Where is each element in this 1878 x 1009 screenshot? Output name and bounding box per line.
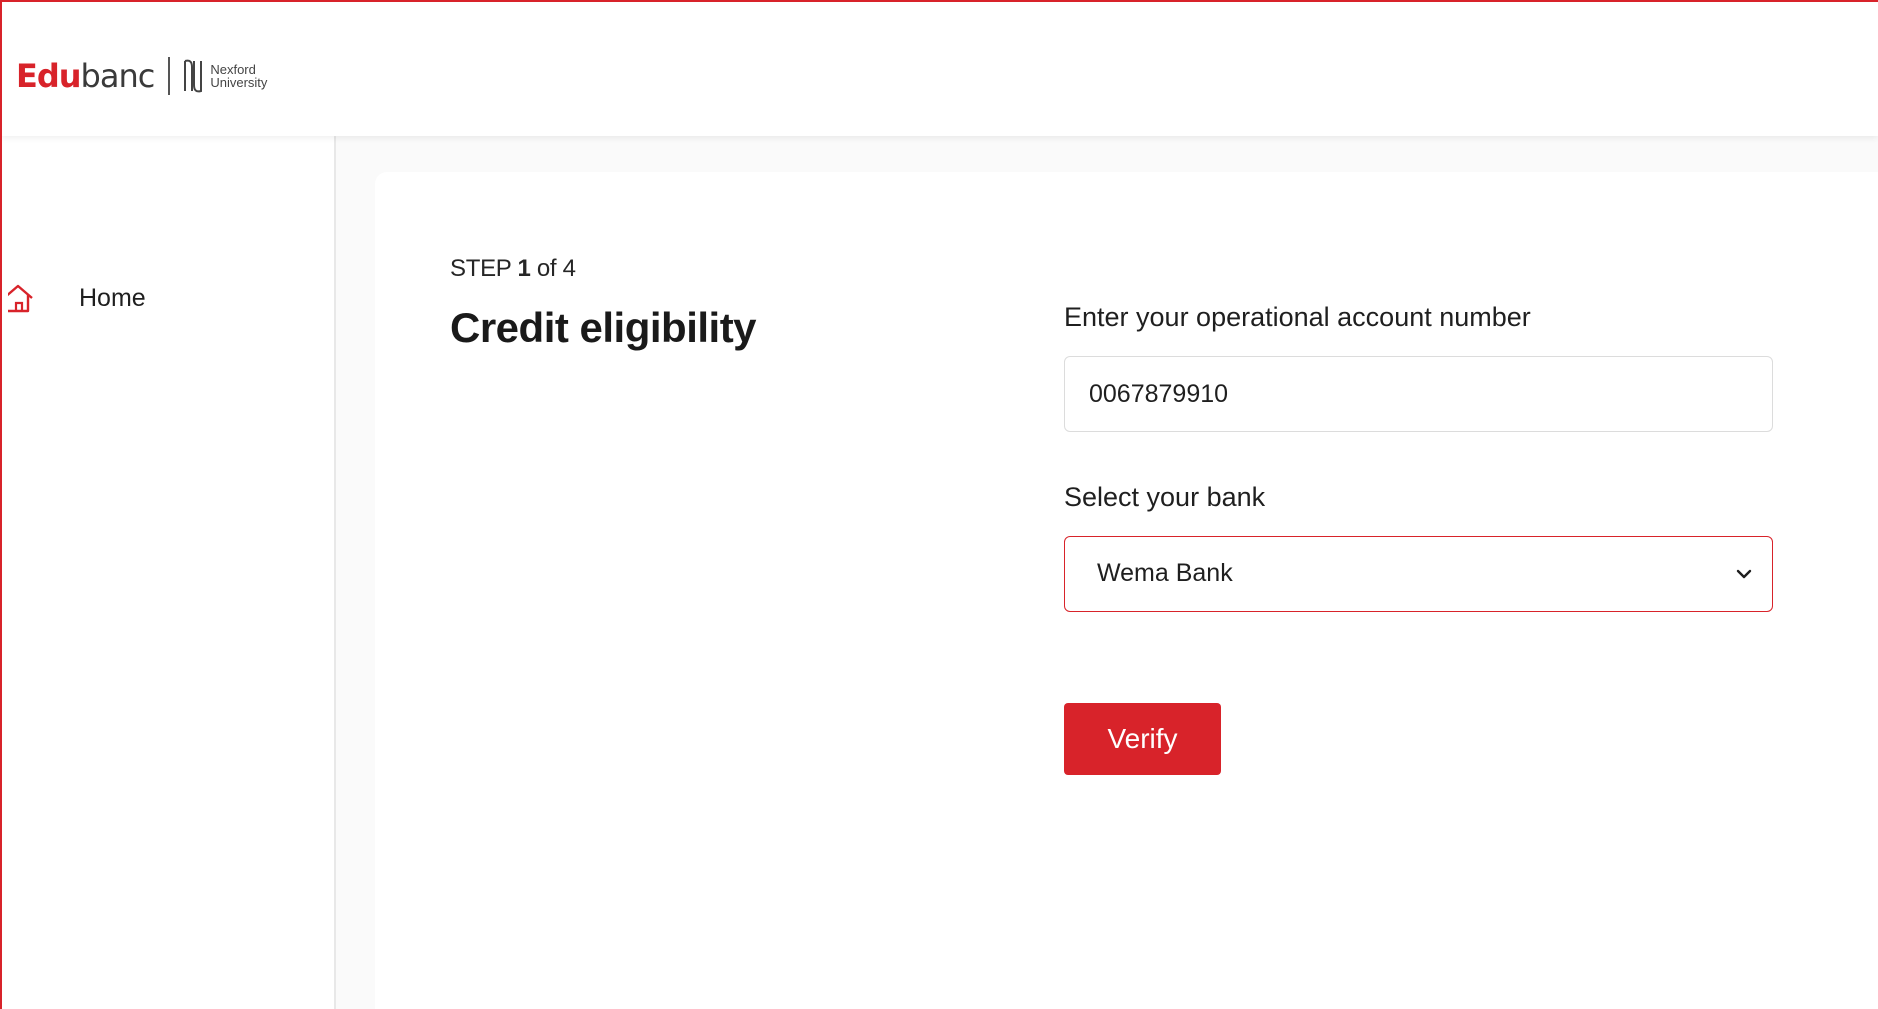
nexford-text: Nexford University (210, 63, 267, 89)
top-header: Edu banc Nexford University (2, 2, 1878, 136)
sidebar: Home (2, 136, 336, 1009)
verify-button[interactable]: Verify (1064, 703, 1221, 775)
nexford-logo: Nexford University (182, 57, 267, 95)
edubanc-logo[interactable]: Edu banc Nexford University (16, 56, 267, 96)
page-title: Credit eligibility (450, 304, 757, 351)
step-prefix: STEP (450, 255, 512, 282)
step-indicator: STEP 1 of 4 (450, 255, 576, 283)
bank-select[interactable]: Wema Bank (1064, 536, 1773, 612)
logo-banc-text: banc (80, 57, 156, 95)
step-suffix: of 4 (536, 255, 576, 282)
sidebar-item-home[interactable]: Home (2, 276, 322, 320)
logo-edu-text: Edu (16, 57, 82, 95)
account-number-label: Enter your operational account number (1064, 302, 1531, 332)
bank-select-label: Select your bank (1064, 482, 1266, 512)
account-number-input[interactable] (1064, 356, 1773, 432)
main-card: STEP 1 of 4 Credit eligibility Enter you… (375, 172, 1878, 1009)
logo-divider (168, 57, 171, 95)
nexford-line2: University (210, 75, 268, 90)
nexford-mark-icon (184, 59, 203, 93)
app-frame: Edu banc Nexford University Home STEP 1 … (0, 0, 1878, 1009)
step-current: 1 (517, 255, 531, 282)
bank-select-value: Wema Bank (1097, 559, 1233, 587)
chevron-down-icon (1736, 569, 1752, 579)
home-icon (8, 282, 38, 314)
sidebar-item-label: Home (79, 284, 146, 312)
